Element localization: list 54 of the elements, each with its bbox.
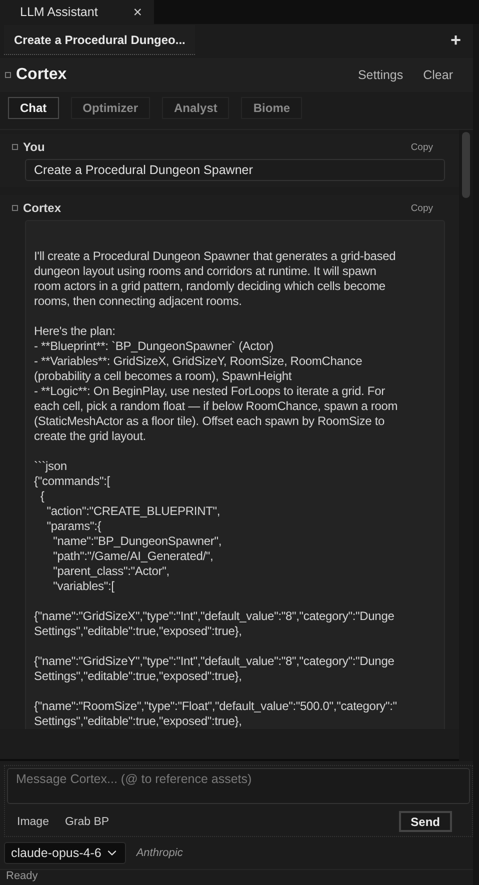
message-line: {"name":"RoomSize","type":"Float","default_value":"500.0","category":" (34, 699, 398, 714)
message-line: Here's the plan: (34, 324, 116, 339)
message-square-icon (12, 144, 18, 150)
new-session-button[interactable]: + (450, 30, 461, 50)
message-line: dungeon layout using rooms and corridors at runtime. It will spawn (34, 264, 378, 279)
status-text: Ready (0, 869, 473, 885)
message-line: "action":"CREATE_BLUEPRINT", (46, 504, 222, 519)
message-line: - **Blueprint**: `BP_DungeonSpawner` (Actor) (34, 339, 275, 354)
message-line: {"name":"GridSizeX","type":"Int","default_value":"8","category":"Dunge (34, 609, 396, 624)
mode-tab[interactable]: Optimizer (70, 97, 150, 119)
model-dropdown[interactable]: claude-opus-4-6 (4, 842, 126, 864)
message-line: "parent_class":"Actor", (52, 564, 170, 579)
message-author: Cortex (23, 201, 62, 215)
message-line: (StaticMeshActor as a floor tile). Offset each spawn by RoomSize to (34, 414, 386, 429)
message-line: {"commands":[ (34, 474, 111, 489)
message-square-icon (12, 205, 18, 211)
copy-button[interactable]: Copy (410, 142, 433, 152)
message-line: ```json (34, 459, 68, 474)
window-tab[interactable]: LLM Assistant × (0, 0, 154, 24)
message-line: Settings","editable":true,"exposed":true}, (34, 714, 243, 729)
send-button[interactable]: Send (398, 811, 452, 832)
panel-title: Cortex (16, 66, 67, 84)
message-line: "params":{ (46, 519, 102, 534)
mode-tab[interactable]: Biome (241, 97, 302, 119)
mode-tab[interactable]: Analyst (162, 97, 230, 119)
message-line: { (39, 489, 46, 504)
copy-button[interactable]: Copy (410, 202, 433, 214)
message-line: "variables":[ (52, 579, 116, 594)
message-line: {"name":"GridSizeY","type":"Int","default_value":"8","category":"Dunge (34, 654, 396, 669)
composer-tool-button[interactable]: Grab BP (64, 816, 110, 828)
message-line: "path":"/Game/AI_Generated/", (52, 549, 214, 564)
message-line: (probability a cell becomes a room), SpawnHeight (34, 369, 293, 384)
window-title: LLM Assistant (20, 5, 98, 19)
message-author: You (23, 140, 45, 154)
message-line: - **Logic**: On BeginPlay, use nested ForLoops to iterate a grid. For (34, 384, 386, 399)
message-line: I'll create a Procedural Dungeon Spawner that generates a grid-based (34, 249, 397, 264)
provider-label: Anthropic (136, 847, 183, 859)
message-line: Settings","editable":true,"exposed":true}, (34, 624, 243, 639)
composer-tool-button[interactable]: Image (17, 816, 49, 828)
message-line: - **Variables**: GridSizeX, GridSizeY, RoomSize, RoomChance (34, 354, 364, 369)
message-line: Settings","editable":true,"exposed":true}, (34, 669, 243, 684)
title-square-icon (5, 72, 11, 78)
message-input-field[interactable]: Message Cortex... (@ to reference assets) (7, 768, 470, 804)
message-line: room actors in a grid pattern, randomly deciding which cells become (34, 279, 386, 294)
close-button[interactable]: × (133, 4, 142, 20)
scrollbar[interactable] (459, 130, 473, 761)
message-line: create the grid layout. (34, 429, 147, 444)
user-message: Create a Procedural Dungeon Spawner (25, 159, 445, 181)
message-line: each cell, pick a random float — if below RoomChance, spawn a room (34, 399, 399, 414)
message-line: rooms, then connecting adjacent rooms. (34, 294, 243, 309)
header-action-button[interactable]: Clear (423, 68, 453, 82)
message-line: "name":"BP_DungeonSpawner", (52, 534, 223, 549)
header-action-button[interactable]: Settings (358, 68, 404, 82)
mode-tab[interactable]: Chat (8, 97, 59, 119)
